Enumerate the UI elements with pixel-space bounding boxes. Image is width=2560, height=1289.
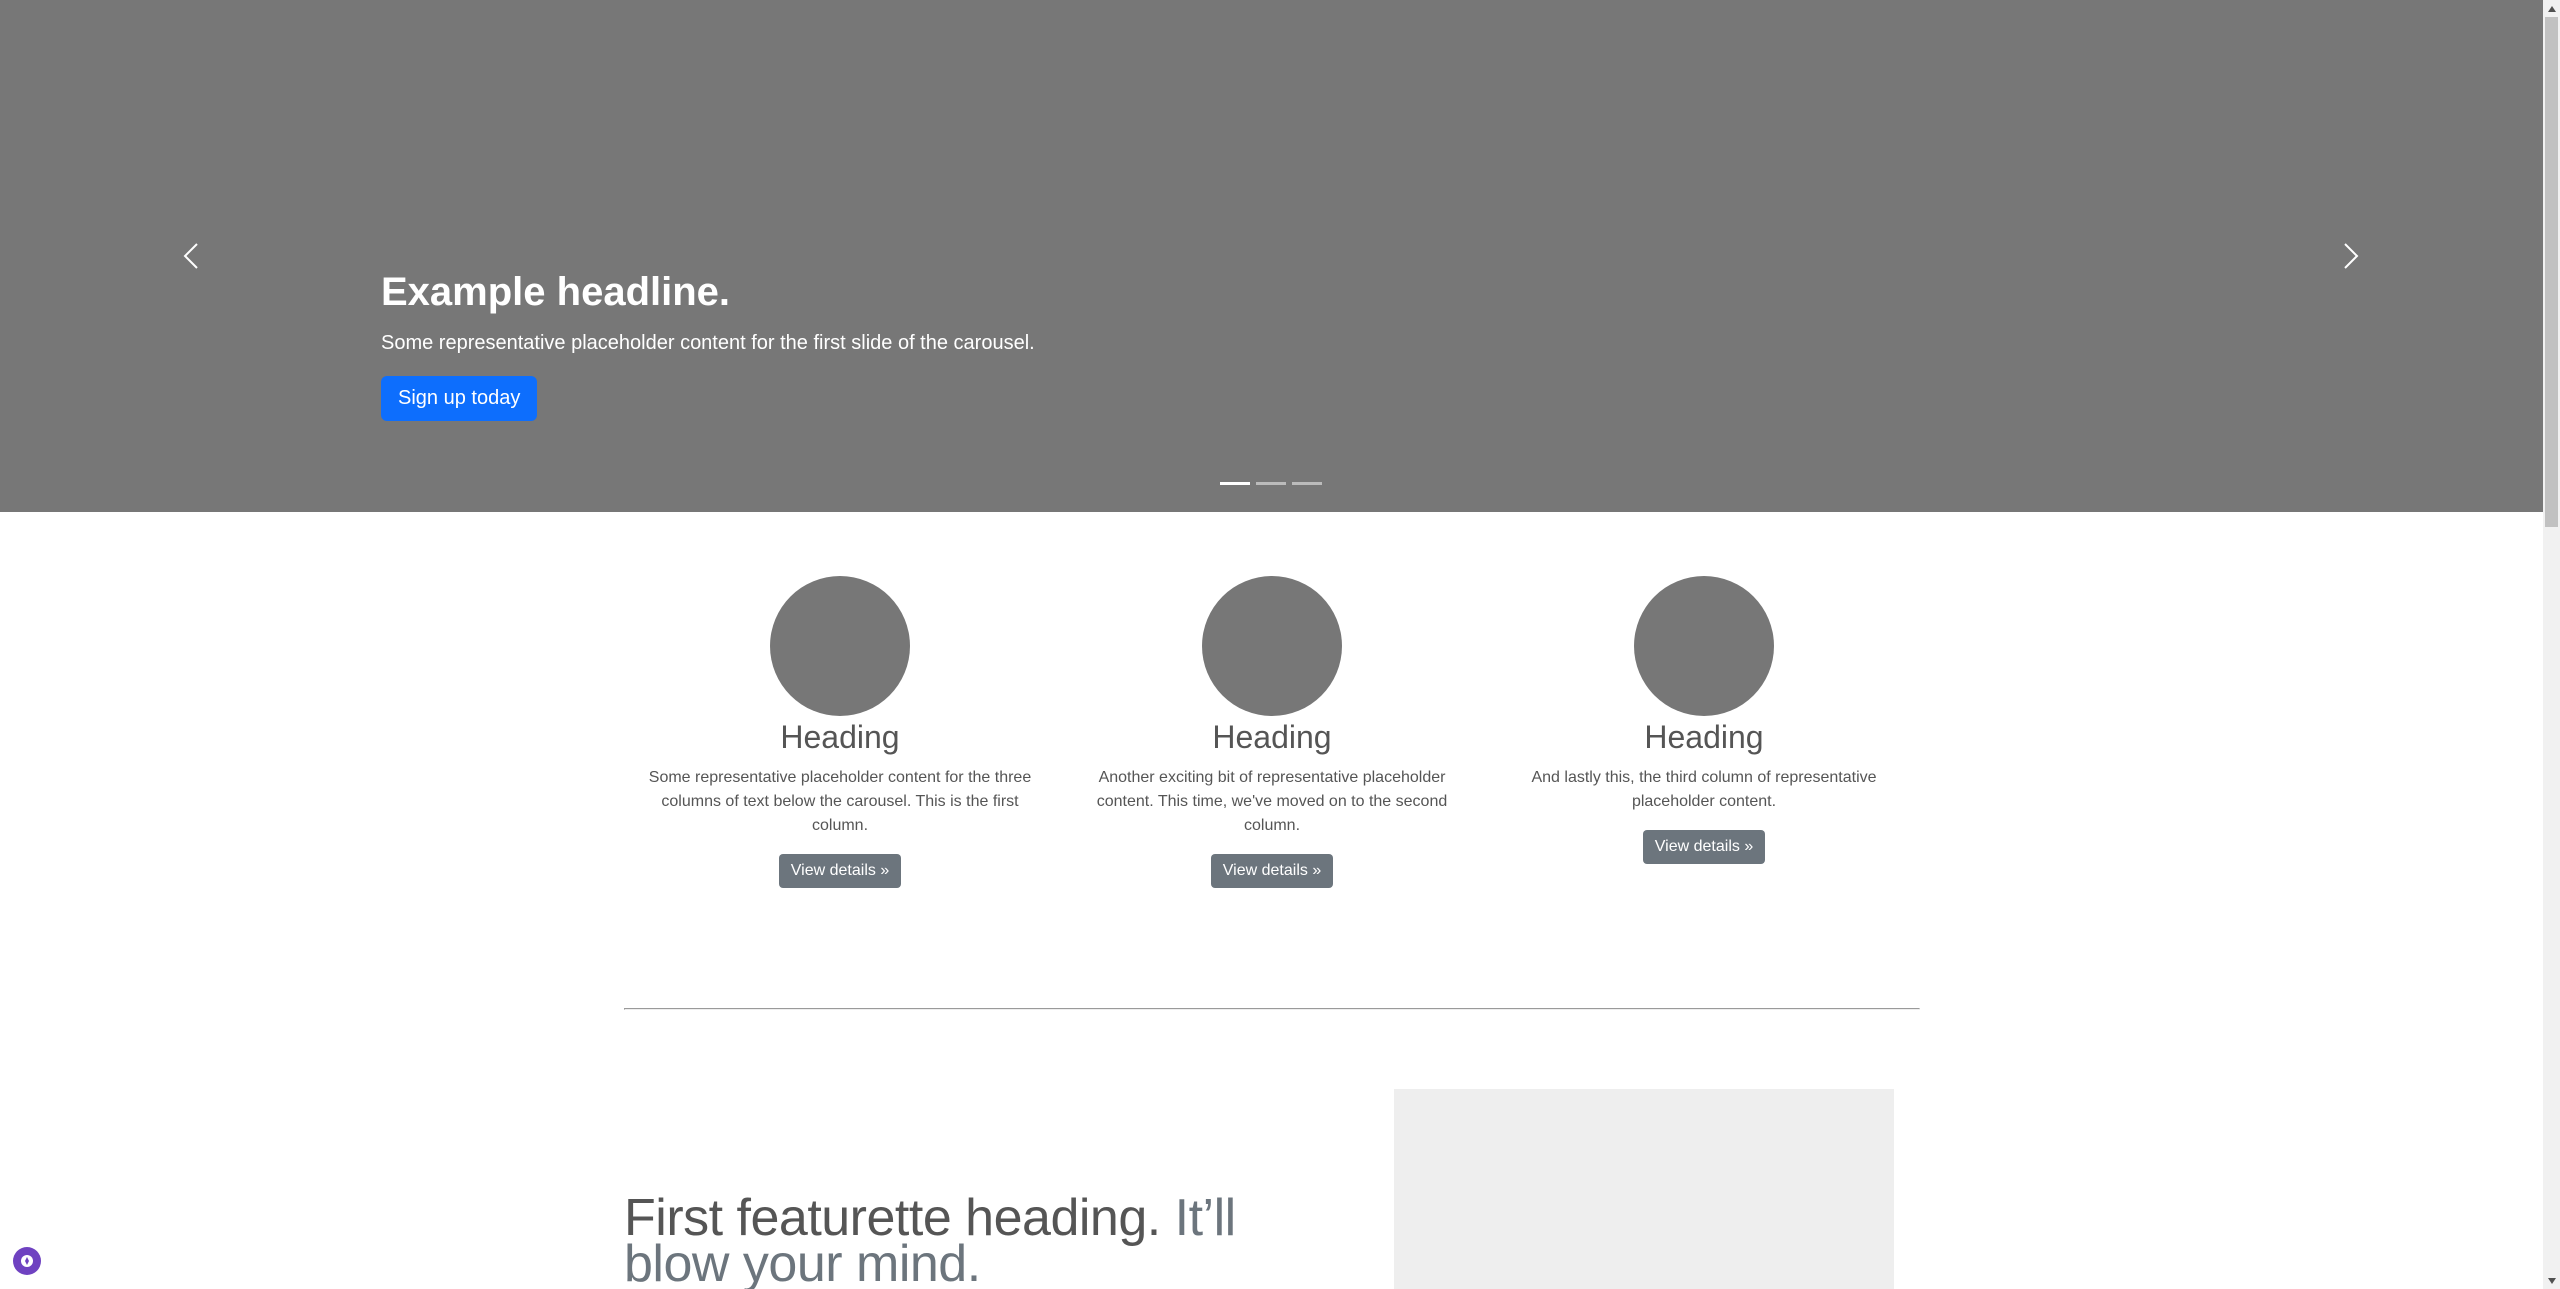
vertical-scrollbar[interactable] (2543, 0, 2560, 1289)
featurette-divider (624, 1008, 1920, 1010)
column-text: And lastly this, the third column of rep… (1531, 769, 1877, 811)
marketing-column-3: Heading And lastly this, the third colum… (1488, 576, 1920, 888)
scroll-down-arrow-icon[interactable] (2543, 1272, 2560, 1289)
marketing-column-1: Heading Some representative placeholder … (624, 576, 1056, 889)
carousel-text: Some representative placeholder content … (381, 332, 1035, 354)
placeholder-circle-image (1634, 576, 1774, 716)
chevron-right-icon (2344, 243, 2359, 269)
column-text: Another exciting bit of representative p… (1096, 769, 1448, 835)
page: Example headline. Some representative pl… (0, 0, 2543, 1289)
carousel-indicator-2[interactable] (1256, 482, 1286, 485)
carousel-indicator-1[interactable] (1220, 482, 1250, 485)
carousel-headline: Example headline. (381, 270, 731, 314)
view-details-button[interactable]: View details » (1642, 830, 1766, 865)
sign-up-button[interactable]: Sign up today (381, 376, 538, 421)
floating-widget-button[interactable] (13, 1247, 41, 1275)
compass-icon (21, 1255, 33, 1267)
carousel-indicator-3[interactable] (1292, 482, 1322, 485)
scrollbar-thumb[interactable] (2545, 17, 2558, 527)
column-heading: Heading (780, 719, 900, 755)
scroll-up-arrow-icon[interactable] (2543, 0, 2560, 17)
column-heading: Heading (1644, 719, 1764, 755)
column-heading: Heading (1212, 719, 1332, 755)
carousel-caption: Example headline. Some representative pl… (381, 268, 1281, 421)
marketing-columns: Heading Some representative placeholder … (624, 576, 1920, 889)
carousel: Example headline. Some representative pl… (0, 0, 2543, 512)
view-details-button[interactable]: View details » (778, 854, 902, 889)
carousel-prev-button[interactable] (171, 236, 211, 276)
carousel-next-button[interactable] (2331, 236, 2371, 276)
view-details-button[interactable]: View details » (1210, 854, 1334, 889)
featurette-placeholder-image (1394, 1089, 1894, 1289)
placeholder-circle-image (1202, 576, 1342, 716)
column-text: Some representative placeholder content … (648, 769, 1032, 835)
chevron-left-icon (183, 243, 198, 269)
marketing-column-2: Heading Another exciting bit of represen… (1056, 576, 1488, 889)
carousel-indicators (1220, 482, 1322, 485)
placeholder-circle-image (770, 576, 910, 716)
featurette-heading: First featurette heading. It’ll blow you… (624, 1192, 1354, 1289)
